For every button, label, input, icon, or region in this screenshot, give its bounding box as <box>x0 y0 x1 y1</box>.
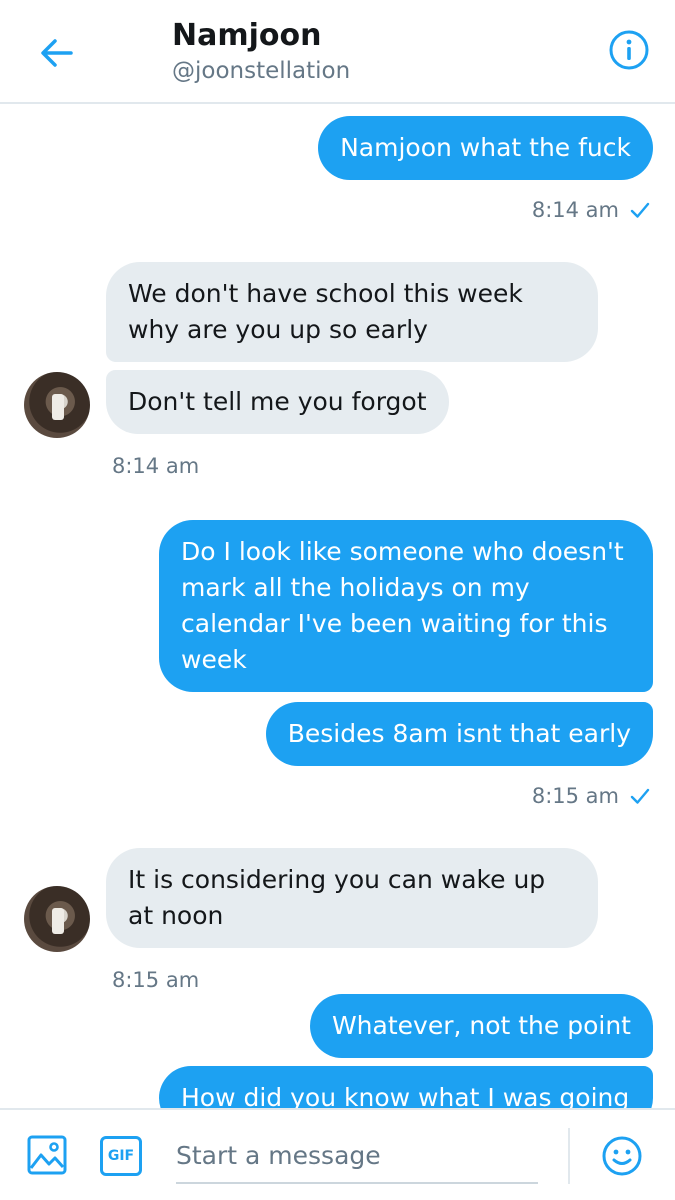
sent-message[interactable]: Besides 8am isnt that early <box>265 702 653 766</box>
message-text: We don't have school this week why are y… <box>128 279 523 344</box>
message-text: Besides 8am isnt that early <box>287 719 631 748</box>
contact-handle: @joonstellation <box>172 58 351 84</box>
message-timestamp: 8:14 am <box>112 452 199 480</box>
message-input[interactable] <box>176 1128 538 1184</box>
image-icon <box>27 1135 67 1175</box>
message-timestamp: 8:15 am <box>112 966 199 994</box>
dm-conversation-screen: Namjoon @joonstellation Namjoon what the… <box>0 0 675 1200</box>
sent-message[interactable]: Namjoon what the fuck <box>318 116 653 180</box>
received-message[interactable]: It is considering you can wake up at noo… <box>106 848 598 948</box>
contact-name: Namjoon <box>172 18 322 53</box>
received-message[interactable]: We don't have school this week why are y… <box>106 262 598 362</box>
arrow-left-icon <box>41 39 73 67</box>
info-icon <box>609 30 649 70</box>
emoji-button[interactable] <box>600 1134 644 1178</box>
avatar[interactable] <box>24 886 90 952</box>
add-photo-button[interactable] <box>26 1134 68 1176</box>
gif-button[interactable]: GIF <box>100 1136 142 1176</box>
check-icon <box>630 788 650 804</box>
conversation-title[interactable]: Namjoon @joonstellation <box>172 16 350 86</box>
back-button[interactable] <box>30 26 84 80</box>
divider <box>568 1128 570 1184</box>
message-timestamp: 8:15 am <box>532 782 651 810</box>
message-text: Whatever, not the point <box>331 1011 631 1040</box>
avatar[interactable] <box>24 372 90 438</box>
check-icon <box>630 202 650 218</box>
message-timestamp: 8:14 am <box>532 196 651 224</box>
conversation-header: Namjoon @joonstellation <box>0 0 675 104</box>
message-text: Do I look like someone who doesn't mark … <box>181 537 624 674</box>
sent-message[interactable]: Whatever, not the point <box>309 994 653 1058</box>
message-list[interactable]: Namjoon what the fuck 8:14 am We don't h… <box>0 104 675 1108</box>
timestamp-text: 8:15 am <box>531 784 619 808</box>
gif-label: GIF <box>107 1148 135 1164</box>
message-text: How did you know what I was going <box>181 1083 630 1108</box>
received-message[interactable]: Don't tell me you forgot <box>106 370 449 434</box>
message-text: Don't tell me you forgot <box>128 387 427 416</box>
info-button[interactable] <box>607 28 651 72</box>
timestamp-text: 8:15 am <box>112 968 200 992</box>
smiley-icon <box>602 1136 642 1176</box>
message-composer: GIF <box>0 1108 675 1200</box>
message-text: It is considering you can wake up at noo… <box>128 865 546 930</box>
message-text: Namjoon what the fuck <box>340 133 631 162</box>
sent-message[interactable]: Do I look like someone who doesn't mark … <box>159 520 653 692</box>
timestamp-text: 8:14 am <box>531 198 619 222</box>
timestamp-text: 8:14 am <box>112 454 200 478</box>
sent-message[interactable]: How did you know what I was going <box>159 1066 653 1108</box>
